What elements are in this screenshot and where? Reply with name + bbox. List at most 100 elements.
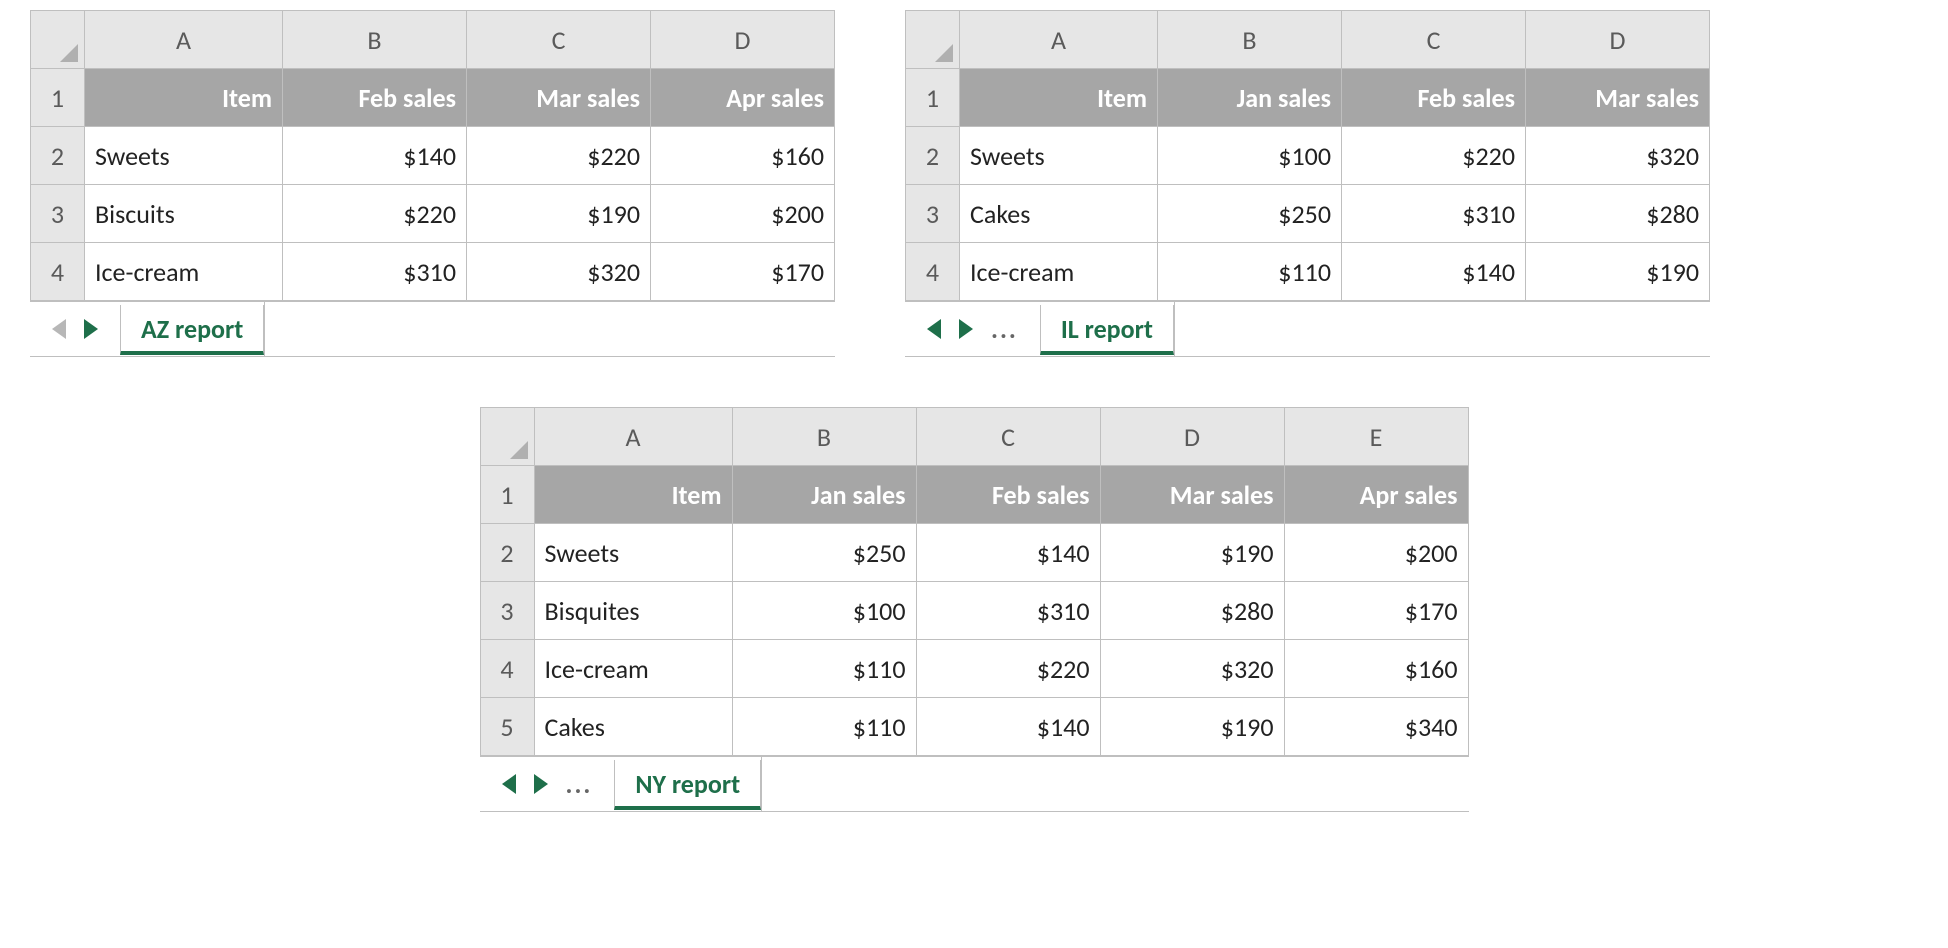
cell-value[interactable]: $140 bbox=[1342, 243, 1526, 301]
column-header[interactable]: D bbox=[1100, 408, 1284, 466]
row-header[interactable]: 2 bbox=[906, 127, 960, 185]
cell-value[interactable]: $190 bbox=[1100, 698, 1284, 756]
cell-value[interactable]: $110 bbox=[732, 698, 916, 756]
cell-value[interactable]: $190 bbox=[1526, 243, 1710, 301]
row-header[interactable]: 3 bbox=[480, 582, 534, 640]
cell-value[interactable]: $320 bbox=[1100, 640, 1284, 698]
cell-item[interactable]: Sweets bbox=[534, 524, 732, 582]
column-header[interactable]: C bbox=[467, 11, 651, 69]
select-all-corner[interactable] bbox=[906, 11, 960, 69]
cell-value[interactable]: $140 bbox=[916, 524, 1100, 582]
cell-item[interactable]: Bisquites bbox=[534, 582, 732, 640]
cell-item[interactable]: Ice-cream bbox=[534, 640, 732, 698]
cell-value[interactable]: $220 bbox=[467, 127, 651, 185]
cell-value[interactable]: $170 bbox=[1284, 582, 1468, 640]
column-header[interactable]: D bbox=[651, 11, 835, 69]
cell-item[interactable]: Ice-cream bbox=[85, 243, 283, 301]
header-cell-sales[interactable]: Feb sales bbox=[1342, 69, 1526, 127]
header-cell-item[interactable]: Item bbox=[960, 69, 1158, 127]
header-cell-sales[interactable]: Jan sales bbox=[1158, 69, 1342, 127]
cell-value[interactable]: $310 bbox=[283, 243, 467, 301]
row-header[interactable]: 5 bbox=[480, 698, 534, 756]
row-header[interactable]: 1 bbox=[480, 466, 534, 524]
cell-item[interactable]: Cakes bbox=[534, 698, 732, 756]
cell-value[interactable]: $200 bbox=[1284, 524, 1468, 582]
spreadsheet-grid[interactable]: ABCD 1ItemFeb salesMar salesApr sales 2Swe… bbox=[30, 10, 835, 301]
column-header[interactable]: E bbox=[1284, 408, 1468, 466]
cell-value[interactable]: $280 bbox=[1100, 582, 1284, 640]
column-header[interactable]: C bbox=[1342, 11, 1526, 69]
cell-value[interactable]: $160 bbox=[651, 127, 835, 185]
cell-value[interactable]: $100 bbox=[732, 582, 916, 640]
select-all-corner[interactable] bbox=[480, 408, 534, 466]
row-header[interactable]: 1 bbox=[906, 69, 960, 127]
cell-item[interactable]: Ice-cream bbox=[960, 243, 1158, 301]
row-header[interactable]: 4 bbox=[906, 243, 960, 301]
column-header[interactable]: B bbox=[732, 408, 916, 466]
cell-value[interactable]: $320 bbox=[1526, 127, 1710, 185]
header-cell-item[interactable]: Item bbox=[534, 466, 732, 524]
cell-value[interactable]: $310 bbox=[916, 582, 1100, 640]
header-cell-sales[interactable]: Mar sales bbox=[467, 69, 651, 127]
cell-value[interactable]: $200 bbox=[651, 185, 835, 243]
cell-value[interactable]: $170 bbox=[651, 243, 835, 301]
header-cell-sales[interactable]: Apr sales bbox=[651, 69, 835, 127]
column-header[interactable]: B bbox=[1158, 11, 1342, 69]
cell-item[interactable]: Sweets bbox=[85, 127, 283, 185]
cell-value[interactable]: $340 bbox=[1284, 698, 1468, 756]
sheet-tab-active[interactable]: NY report bbox=[614, 760, 761, 810]
header-cell-sales[interactable]: Mar sales bbox=[1526, 69, 1710, 127]
row-header[interactable]: 1 bbox=[31, 69, 85, 127]
column-header[interactable]: A bbox=[85, 11, 283, 69]
next-sheet-icon[interactable] bbox=[959, 319, 973, 339]
prev-sheet-icon[interactable] bbox=[927, 319, 941, 339]
spreadsheet-grid[interactable]: ABCD 1ItemJan salesFeb salesMar sales 2Swe… bbox=[905, 10, 1710, 301]
cell-value[interactable]: $320 bbox=[467, 243, 651, 301]
next-sheet-icon[interactable] bbox=[534, 774, 548, 794]
more-sheets-icon[interactable]: ... bbox=[566, 768, 593, 800]
column-header[interactable]: C bbox=[916, 408, 1100, 466]
spreadsheet-grid[interactable]: ABCDE 1ItemJan salesFeb salesMar salesApr… bbox=[480, 407, 1469, 756]
header-cell-sales[interactable]: Feb sales bbox=[283, 69, 467, 127]
header-cell-item[interactable]: Item bbox=[85, 69, 283, 127]
cell-value[interactable]: $280 bbox=[1526, 185, 1710, 243]
row-header[interactable]: 3 bbox=[31, 185, 85, 243]
cell-value[interactable]: $140 bbox=[916, 698, 1100, 756]
prev-sheet-icon[interactable] bbox=[52, 319, 66, 339]
header-cell-sales[interactable]: Apr sales bbox=[1284, 466, 1468, 524]
sheet-tab-active[interactable]: AZ report bbox=[120, 305, 264, 355]
cell-item[interactable]: Sweets bbox=[960, 127, 1158, 185]
select-all-corner[interactable] bbox=[31, 11, 85, 69]
cell-value[interactable]: $140 bbox=[283, 127, 467, 185]
more-sheets-icon[interactable]: ... bbox=[991, 313, 1018, 345]
column-header[interactable]: D bbox=[1526, 11, 1710, 69]
cell-value[interactable]: $220 bbox=[283, 185, 467, 243]
header-cell-sales[interactable]: Mar sales bbox=[1100, 466, 1284, 524]
header-cell-sales[interactable]: Jan sales bbox=[732, 466, 916, 524]
cell-value[interactable]: $110 bbox=[1158, 243, 1342, 301]
cell-value[interactable]: $190 bbox=[1100, 524, 1284, 582]
sheet-tab-active[interactable]: IL report bbox=[1040, 305, 1174, 355]
cell-value[interactable]: $220 bbox=[916, 640, 1100, 698]
cell-value[interactable]: $250 bbox=[1158, 185, 1342, 243]
cell-value[interactable]: $110 bbox=[732, 640, 916, 698]
cell-item[interactable]: Cakes bbox=[960, 185, 1158, 243]
cell-value[interactable]: $220 bbox=[1342, 127, 1526, 185]
cell-value[interactable]: $190 bbox=[467, 185, 651, 243]
column-header[interactable]: B bbox=[283, 11, 467, 69]
column-header[interactable]: A bbox=[534, 408, 732, 466]
cell-item[interactable]: Biscuits bbox=[85, 185, 283, 243]
row-header[interactable]: 4 bbox=[31, 243, 85, 301]
row-header[interactable]: 2 bbox=[31, 127, 85, 185]
header-cell-sales[interactable]: Feb sales bbox=[916, 466, 1100, 524]
cell-value[interactable]: $160 bbox=[1284, 640, 1468, 698]
row-header[interactable]: 2 bbox=[480, 524, 534, 582]
next-sheet-icon[interactable] bbox=[84, 319, 98, 339]
cell-value[interactable]: $100 bbox=[1158, 127, 1342, 185]
cell-value[interactable]: $310 bbox=[1342, 185, 1526, 243]
column-header[interactable]: A bbox=[960, 11, 1158, 69]
cell-value[interactable]: $250 bbox=[732, 524, 916, 582]
prev-sheet-icon[interactable] bbox=[502, 774, 516, 794]
row-header[interactable]: 3 bbox=[906, 185, 960, 243]
row-header[interactable]: 4 bbox=[480, 640, 534, 698]
